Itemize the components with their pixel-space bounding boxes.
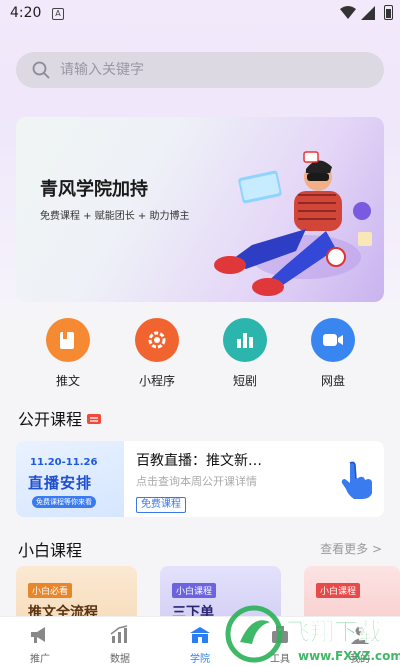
course-title: 百教直播：推文新… [136,453,262,469]
status-bar: 4:20 A [0,0,400,28]
search-icon [32,61,50,79]
card-tag: 小白课程 [316,583,361,598]
watermark-title: 飞翔下载 [286,618,382,646]
tab-label: 推广 [30,654,50,665]
banner-title: 青风学院加持 [40,179,148,200]
search-input[interactable] [60,62,360,78]
promo-banner[interactable]: 青风学院加持 免费课程 + 赋能团长 + 助力博主 [16,117,384,302]
megaphone-icon [31,627,45,643]
course-thumbnail: 11.20-11.26 直播安排 免费课程等你来看 [16,441,124,517]
course-description: 点击查询本周公开课详情 [136,475,257,488]
bar-chart-icon [223,318,267,362]
site-watermark: 飞翔下载 www.FXXZ.com [225,605,400,663]
video-camera-icon [311,318,355,362]
banner-illustration [214,151,372,296]
menu-item-netdisk[interactable]: 网盘 [293,318,373,389]
section-title-text: 公开课程 [18,410,83,429]
wifi-icon [340,6,356,19]
gear-icon [135,318,179,362]
notification-icon: A [52,8,64,20]
tab-data[interactable]: 数据 [80,617,160,667]
card-tag: 小白必看 [28,583,73,598]
banner-subtitle: 免费课程 + 赋能团长 + 助力博主 [40,211,190,222]
tab-label: 数据 [110,654,130,665]
book-icon [46,318,90,362]
status-time: 4:20 [10,5,42,21]
school-icon [190,627,210,643]
battery-icon [384,5,393,20]
menu-item-label: 小程序 [138,374,175,388]
thumb-date: 11.20-11.26 [30,457,98,468]
tab-promote[interactable]: 推广 [0,617,80,667]
quick-menu: 推文 小程序 短剧 网盘 [0,318,400,390]
open-course-title: 公开课程 [18,406,102,430]
menu-item-label: 推文 [55,374,80,388]
course-tag: 免费课程 [136,497,186,513]
thumb-title: 直播安排 [28,474,93,492]
thumb-note: 免费课程等你来看 [32,496,96,508]
watermark-url: www.FXXZ.com [298,649,400,663]
menu-item-label: 短剧 [232,374,257,388]
search-bar[interactable] [16,52,384,88]
menu-item-miniprogram[interactable]: 小程序 [117,318,197,389]
signal-icon [361,6,375,20]
tap-hand-icon [341,461,372,499]
beginner-course-title: 小白课程 [18,541,83,560]
open-course-card[interactable]: 11.20-11.26 直播安排 免费课程等你来看 百教直播：推文新… 点击查询… [16,441,384,517]
hot-badge-icon [87,414,102,424]
card-tag: 小白课程 [172,583,217,598]
menu-item-label: 网盘 [320,374,345,388]
menu-item-short-drama[interactable]: 短剧 [205,318,285,389]
see-more-link[interactable]: 查看更多 > [320,540,382,557]
chart-icon [110,625,128,643]
menu-item-tweet[interactable]: 推文 [28,318,108,389]
